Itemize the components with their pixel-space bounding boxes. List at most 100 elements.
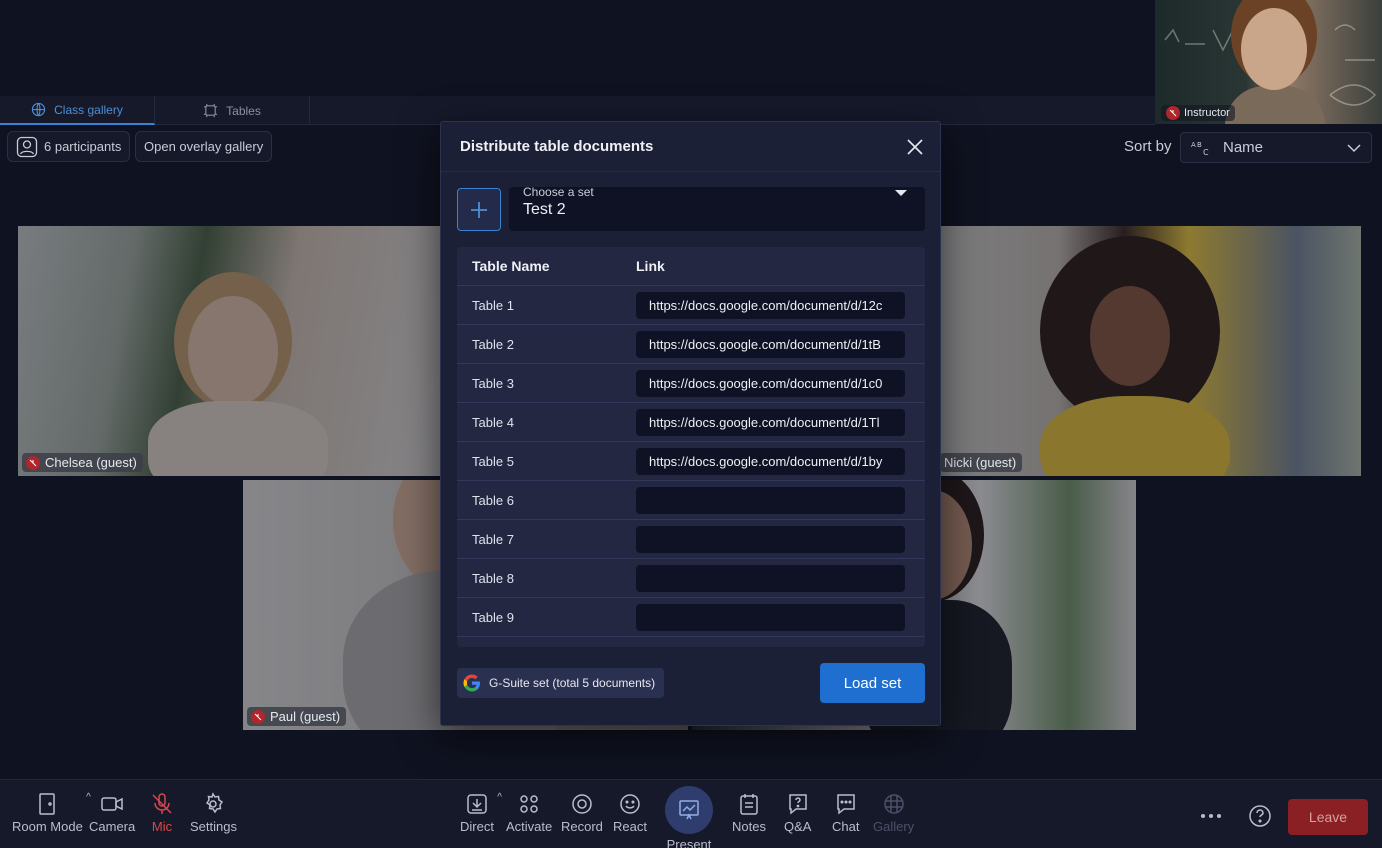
room-mode-button[interactable]: ^ Room Mode (12, 792, 91, 834)
leave-button[interactable]: Leave (1288, 799, 1368, 835)
participants-label: 6 participants (44, 139, 122, 154)
react-label: React (613, 819, 647, 834)
choose-set-select[interactable]: Choose a set Test 2 (509, 186, 925, 231)
gsuite-label: G-Suite set (total 5 documents) (489, 676, 656, 690)
direct-label: Direct (460, 819, 494, 834)
gallery-button[interactable]: Gallery (873, 792, 914, 834)
caret-up-icon: ^ (497, 792, 502, 803)
react-button[interactable]: React (613, 792, 647, 834)
video-tile-nicki[interactable]: Nicki (guest) (930, 226, 1361, 476)
settings-label: Settings (190, 819, 237, 834)
link-input[interactable] (636, 603, 905, 631)
participant-name-tag: Paul (guest) (247, 707, 347, 726)
svg-text:C: C (1203, 148, 1209, 156)
direct-button[interactable]: ^ Direct (460, 792, 502, 834)
help-icon[interactable] (1248, 804, 1272, 828)
tab-tables-label: Tables (226, 103, 261, 118)
mic-off-icon (1166, 106, 1180, 120)
chat-label: Chat (832, 819, 860, 834)
settings-button[interactable]: Settings (190, 792, 237, 834)
table-name-cell: Table 1 (472, 297, 514, 313)
plus-icon (471, 201, 487, 218)
record-button[interactable]: Record (561, 792, 603, 834)
bottom-toolbar: ^ Room Mode Camera Mic Settings ^ Direct… (0, 779, 1382, 848)
camera-icon (101, 797, 123, 811)
more-icon[interactable] (1200, 811, 1222, 821)
table-name-cell: Table 6 (472, 492, 514, 508)
tile-dim-overlay (18, 226, 448, 476)
table-name-cell: Table 5 (472, 453, 514, 469)
chat-bubble-icon (836, 794, 855, 815)
tab-class-gallery[interactable]: Class gallery (0, 96, 155, 125)
tables-icon (204, 103, 218, 118)
modal-title: Distribute table documents (460, 138, 654, 155)
table-name-cell: Table 8 (472, 570, 514, 586)
room-mode-label: Room Mode (12, 819, 83, 834)
question-bubble-icon (788, 794, 807, 815)
participant-name: Chelsea (guest) (45, 455, 137, 470)
qa-button[interactable]: Q&A (784, 792, 811, 834)
link-input[interactable]: https://docs.google.com/document/d/12c (636, 291, 905, 319)
instructor-label: Instructor (1161, 105, 1235, 121)
load-set-button[interactable]: Load set (820, 663, 925, 703)
mic-button[interactable]: Mic (150, 792, 174, 834)
person-icon (16, 136, 38, 157)
table-name-cell: Table 2 (472, 336, 514, 352)
instructor-video[interactable]: Instructor (1155, 0, 1382, 124)
tab-class-gallery-label: Class gallery (54, 102, 123, 117)
table-name-cell: Table 9 (472, 609, 514, 625)
tab-tables[interactable]: Tables (155, 96, 310, 125)
gallery-label: Gallery (873, 819, 915, 834)
documents-table: Table Name Link Table 1 https://docs.goog… (457, 247, 925, 647)
mic-off-icon (251, 709, 265, 724)
instructor-name: Instructor (1184, 107, 1230, 119)
sort-select[interactable]: ABC Name (1180, 132, 1372, 163)
add-set-button[interactable] (457, 188, 501, 231)
present-button[interactable]: Present (665, 786, 713, 848)
overlay-label: Open overlay gallery (144, 139, 264, 154)
link-input[interactable] (636, 525, 905, 553)
camera-label: Camera (89, 819, 136, 834)
instructor-face (1241, 8, 1307, 90)
table-row: Table 4 https://docs.google.com/document/… (457, 403, 925, 442)
notes-button[interactable]: Notes (732, 792, 766, 834)
close-icon[interactable] (905, 137, 925, 157)
camera-button[interactable]: Camera (89, 792, 135, 834)
participant-name-tag: Chelsea (guest) (22, 453, 143, 472)
notes-label: Notes (732, 819, 766, 834)
link-input[interactable]: https://docs.google.com/document/d/1by (636, 447, 905, 475)
link-input[interactable]: https://docs.google.com/document/d/1Tl (636, 408, 905, 436)
download-tray-icon (467, 794, 487, 814)
participant-name: Paul (guest) (270, 709, 341, 724)
table-row: Table 8 (457, 559, 925, 598)
activate-button[interactable]: Activate (506, 792, 552, 834)
col-link: Link (636, 258, 665, 274)
link-input[interactable]: https://docs.google.com/document/d/1c0 (636, 369, 905, 397)
chat-button[interactable]: Chat (832, 792, 859, 834)
present-circle (665, 786, 713, 834)
mic-label: Mic (151, 819, 173, 834)
caret-down-icon (895, 190, 907, 196)
table-row: Table 1 https://docs.google.com/document/… (457, 286, 925, 325)
choose-set-value: Test 2 (523, 201, 566, 218)
participants-button[interactable]: 6 participants (7, 131, 131, 162)
table-row: Table 5 https://docs.google.com/document/… (457, 442, 925, 481)
video-tile-chelsea[interactable]: Chelsea (guest) (18, 226, 448, 476)
link-input[interactable]: https://docs.google.com/document/d/1tB (636, 330, 905, 358)
notes-icon (740, 794, 758, 815)
sort-alpha-icon: A BC (1191, 141, 1209, 156)
link-input[interactable] (636, 486, 905, 514)
record-icon (572, 794, 592, 814)
table-name-cell: Table 4 (472, 414, 514, 430)
modal-header: Distribute table documents (441, 122, 940, 172)
present-label: Present (666, 837, 712, 848)
table-row: Table 7 (457, 520, 925, 559)
table-name-cell: Table 7 (472, 531, 514, 547)
link-input[interactable] (636, 564, 905, 592)
tile-dim-overlay (930, 226, 1361, 476)
sort-value: Name (1223, 139, 1264, 156)
participant-name-tag: Nicki (guest) (940, 453, 1023, 472)
open-overlay-gallery-button[interactable]: Open overlay gallery (135, 131, 273, 162)
table-name-cell: Table 3 (472, 375, 514, 391)
table-header: Table Name Link (457, 247, 925, 286)
